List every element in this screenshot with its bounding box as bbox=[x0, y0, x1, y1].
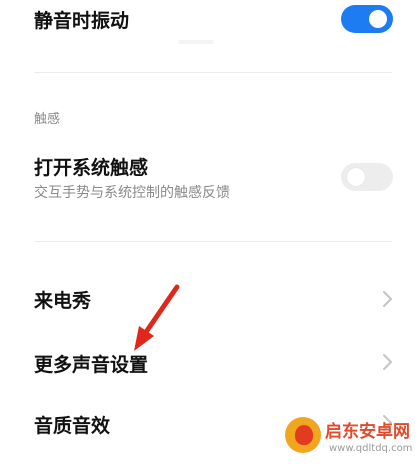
more-sound-label: 更多声音设置 bbox=[34, 354, 149, 376]
ringtone-show-label: 来电秀 bbox=[34, 290, 92, 312]
faint-scroll-indicator bbox=[178, 40, 214, 44]
watermark-brand: 启东安卓网 bbox=[325, 422, 410, 442]
watermark-logo-icon bbox=[285, 417, 321, 453]
vibrate-silent-label: 静音时振动 bbox=[34, 10, 130, 32]
setting-row-system-haptics[interactable]: 打开系统触感 交互手势与系统控制的触感反馈 bbox=[0, 145, 419, 207]
chevron-right-icon bbox=[383, 291, 392, 307]
system-haptics-label: 打开系统触感 bbox=[34, 157, 149, 179]
divider bbox=[34, 72, 392, 73]
sound-settings-screen: 静音时振动 触感 打开系统触感 交互手势与系统控制的触感反馈 来电秀 更多声音设… bbox=[0, 0, 419, 467]
watermark: 启东安卓网 www.qdltdq.com bbox=[285, 415, 413, 463]
watermark-url: www.qdltdq.com bbox=[329, 443, 413, 454]
vibrate-silent-toggle[interactable] bbox=[341, 5, 393, 33]
system-haptics-toggle[interactable] bbox=[341, 163, 393, 191]
setting-row-more-sound[interactable]: 更多声音设置 bbox=[0, 334, 419, 388]
system-haptics-description: 交互手势与系统控制的触感反馈 bbox=[34, 185, 230, 201]
section-header-haptics: 触感 bbox=[34, 112, 61, 127]
setting-row-ringtone-show[interactable]: 来电秀 bbox=[0, 272, 419, 326]
setting-row-vibrate-silent[interactable]: 静音时振动 bbox=[0, 0, 419, 72]
divider bbox=[34, 241, 392, 242]
toggle-knob bbox=[347, 168, 365, 186]
chevron-right-icon bbox=[383, 354, 392, 370]
sound-quality-label: 音质音效 bbox=[34, 415, 111, 437]
toggle-knob bbox=[369, 10, 387, 28]
